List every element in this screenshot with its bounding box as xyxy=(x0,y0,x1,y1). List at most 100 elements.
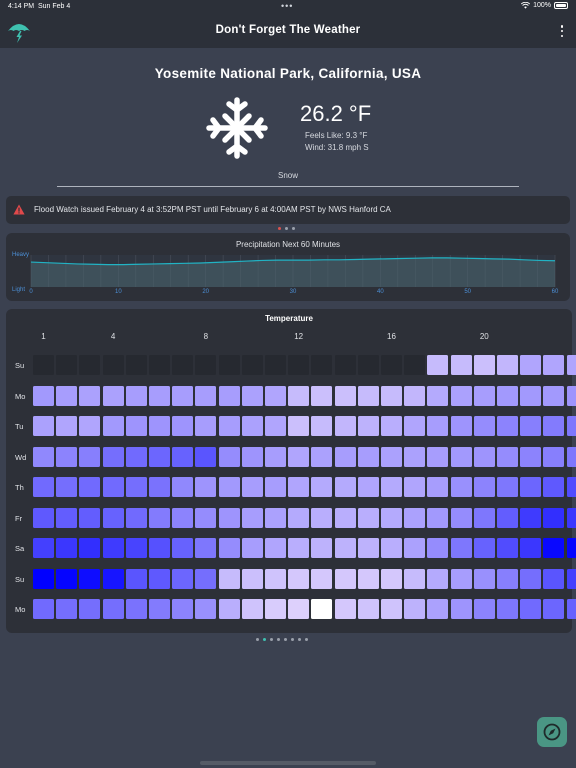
heatmap-cell[interactable] xyxy=(125,538,147,558)
heatmap-cell[interactable] xyxy=(125,507,147,528)
heatmap-cell[interactable] xyxy=(241,355,263,375)
heatmap-cell[interactable] xyxy=(427,446,449,467)
heatmap-cell[interactable] xyxy=(473,538,495,558)
heatmap-cell[interactable] xyxy=(79,568,101,589)
heatmap-cell[interactable] xyxy=(334,599,356,619)
heatmap-cell[interactable] xyxy=(102,355,124,375)
heatmap-cell[interactable] xyxy=(311,568,333,589)
heatmap-cell[interactable] xyxy=(265,599,286,619)
heatmap-cell[interactable] xyxy=(311,538,333,558)
heatmap-cell[interactable] xyxy=(33,446,54,467)
heatmap-cell[interactable] xyxy=(520,385,542,406)
heatmap-cell[interactable] xyxy=(520,446,542,467)
heatmap-cell[interactable] xyxy=(311,507,333,528)
multitasking-dots[interactable]: ••• xyxy=(281,1,293,11)
heatmap-cell[interactable] xyxy=(520,477,542,497)
heatmap-cell[interactable] xyxy=(172,477,194,497)
heatmap-cell[interactable] xyxy=(56,599,78,619)
heatmap-cell[interactable] xyxy=(381,599,402,619)
heatmap-cell[interactable] xyxy=(427,385,449,406)
heatmap-cell[interactable] xyxy=(33,538,54,558)
heatmap-cell[interactable] xyxy=(404,477,426,497)
heatmap-cell[interactable] xyxy=(497,385,518,406)
heatmap-cell[interactable] xyxy=(265,568,286,589)
heatmap-cell[interactable] xyxy=(450,446,472,467)
heatmap-cell[interactable] xyxy=(497,355,518,375)
heatmap-cell[interactable] xyxy=(311,446,333,467)
heatmap-cell[interactable] xyxy=(450,507,472,528)
heatmap-cell[interactable] xyxy=(56,385,78,406)
heatmap-cell[interactable] xyxy=(195,538,217,558)
heatmap-cell[interactable] xyxy=(79,355,101,375)
heatmap-cell[interactable] xyxy=(102,446,124,467)
heatmap-cell[interactable] xyxy=(497,538,518,558)
page-indicator[interactable] xyxy=(256,638,308,641)
heatmap-cell[interactable] xyxy=(427,416,449,436)
heatmap-cell[interactable] xyxy=(543,446,565,467)
heatmap-cell[interactable] xyxy=(195,477,217,497)
heatmap-cell[interactable] xyxy=(497,599,518,619)
heatmap-cell[interactable] xyxy=(102,507,124,528)
heatmap-cell[interactable] xyxy=(288,538,310,558)
heatmap-cell[interactable] xyxy=(79,538,101,558)
heatmap-cell[interactable] xyxy=(218,446,240,467)
alert-page-dot[interactable] xyxy=(285,227,288,230)
heatmap-cell[interactable] xyxy=(33,507,54,528)
heatmap-cell[interactable] xyxy=(404,416,426,436)
heatmap-cell[interactable] xyxy=(381,538,402,558)
heatmap-cell[interactable] xyxy=(33,477,54,497)
heatmap-cell[interactable] xyxy=(288,446,310,467)
heatmap-cell[interactable] xyxy=(334,416,356,436)
heatmap-cell[interactable] xyxy=(102,599,124,619)
heatmap-cell[interactable] xyxy=(450,477,472,497)
heatmap-cell[interactable] xyxy=(125,477,147,497)
heatmap-cell[interactable] xyxy=(520,538,542,558)
alert-page-indicator[interactable] xyxy=(278,227,295,230)
heatmap-cell[interactable] xyxy=(566,477,576,497)
heatmap-cell[interactable] xyxy=(427,355,449,375)
heatmap-cell[interactable] xyxy=(404,507,426,528)
heatmap-cell[interactable] xyxy=(357,385,379,406)
heatmap-cell[interactable] xyxy=(172,385,194,406)
heatmap-cell[interactable] xyxy=(566,507,576,528)
heatmap-cell[interactable] xyxy=(334,355,356,375)
heatmap-cell[interactable] xyxy=(357,538,379,558)
heatmap-cell[interactable] xyxy=(543,385,565,406)
heatmap-cell[interactable] xyxy=(288,416,310,436)
heatmap-cell[interactable] xyxy=(288,477,310,497)
heatmap-cell[interactable] xyxy=(265,446,286,467)
heatmap-cell[interactable] xyxy=(79,416,101,436)
heatmap-cell[interactable] xyxy=(357,568,379,589)
heatmap-cell[interactable] xyxy=(520,507,542,528)
page-dot[interactable] xyxy=(277,638,280,641)
heatmap-cell[interactable] xyxy=(566,568,576,589)
heatmap-cell[interactable] xyxy=(404,599,426,619)
heatmap-cell[interactable] xyxy=(543,568,565,589)
heatmap-cell[interactable] xyxy=(149,385,170,406)
heatmap-cell[interactable] xyxy=(195,599,217,619)
heatmap-cell[interactable] xyxy=(195,416,217,436)
heatmap-cell[interactable] xyxy=(149,477,170,497)
heatmap-cell[interactable] xyxy=(265,385,286,406)
heatmap-cell[interactable] xyxy=(56,446,78,467)
heatmap-cell[interactable] xyxy=(33,355,54,375)
heatmap-cell[interactable] xyxy=(149,507,170,528)
page-dot[interactable] xyxy=(270,638,273,641)
heatmap-cell[interactable] xyxy=(218,538,240,558)
heatmap-cell[interactable] xyxy=(357,599,379,619)
heatmap-cell[interactable] xyxy=(334,477,356,497)
heatmap-cell[interactable] xyxy=(125,385,147,406)
heatmap-cell[interactable] xyxy=(357,446,379,467)
heatmap-cell[interactable] xyxy=(311,599,333,619)
heatmap-cell[interactable] xyxy=(56,538,78,558)
heatmap-cell[interactable] xyxy=(102,477,124,497)
heatmap-cell[interactable] xyxy=(357,507,379,528)
heatmap-cell[interactable] xyxy=(33,599,54,619)
heatmap-cell[interactable] xyxy=(79,446,101,467)
heatmap-cell[interactable] xyxy=(265,477,286,497)
heatmap-cell[interactable] xyxy=(288,507,310,528)
heatmap-cell[interactable] xyxy=(172,416,194,436)
page-dot[interactable] xyxy=(256,638,259,641)
heatmap-cell[interactable] xyxy=(311,355,333,375)
heatmap-cell[interactable] xyxy=(218,416,240,436)
